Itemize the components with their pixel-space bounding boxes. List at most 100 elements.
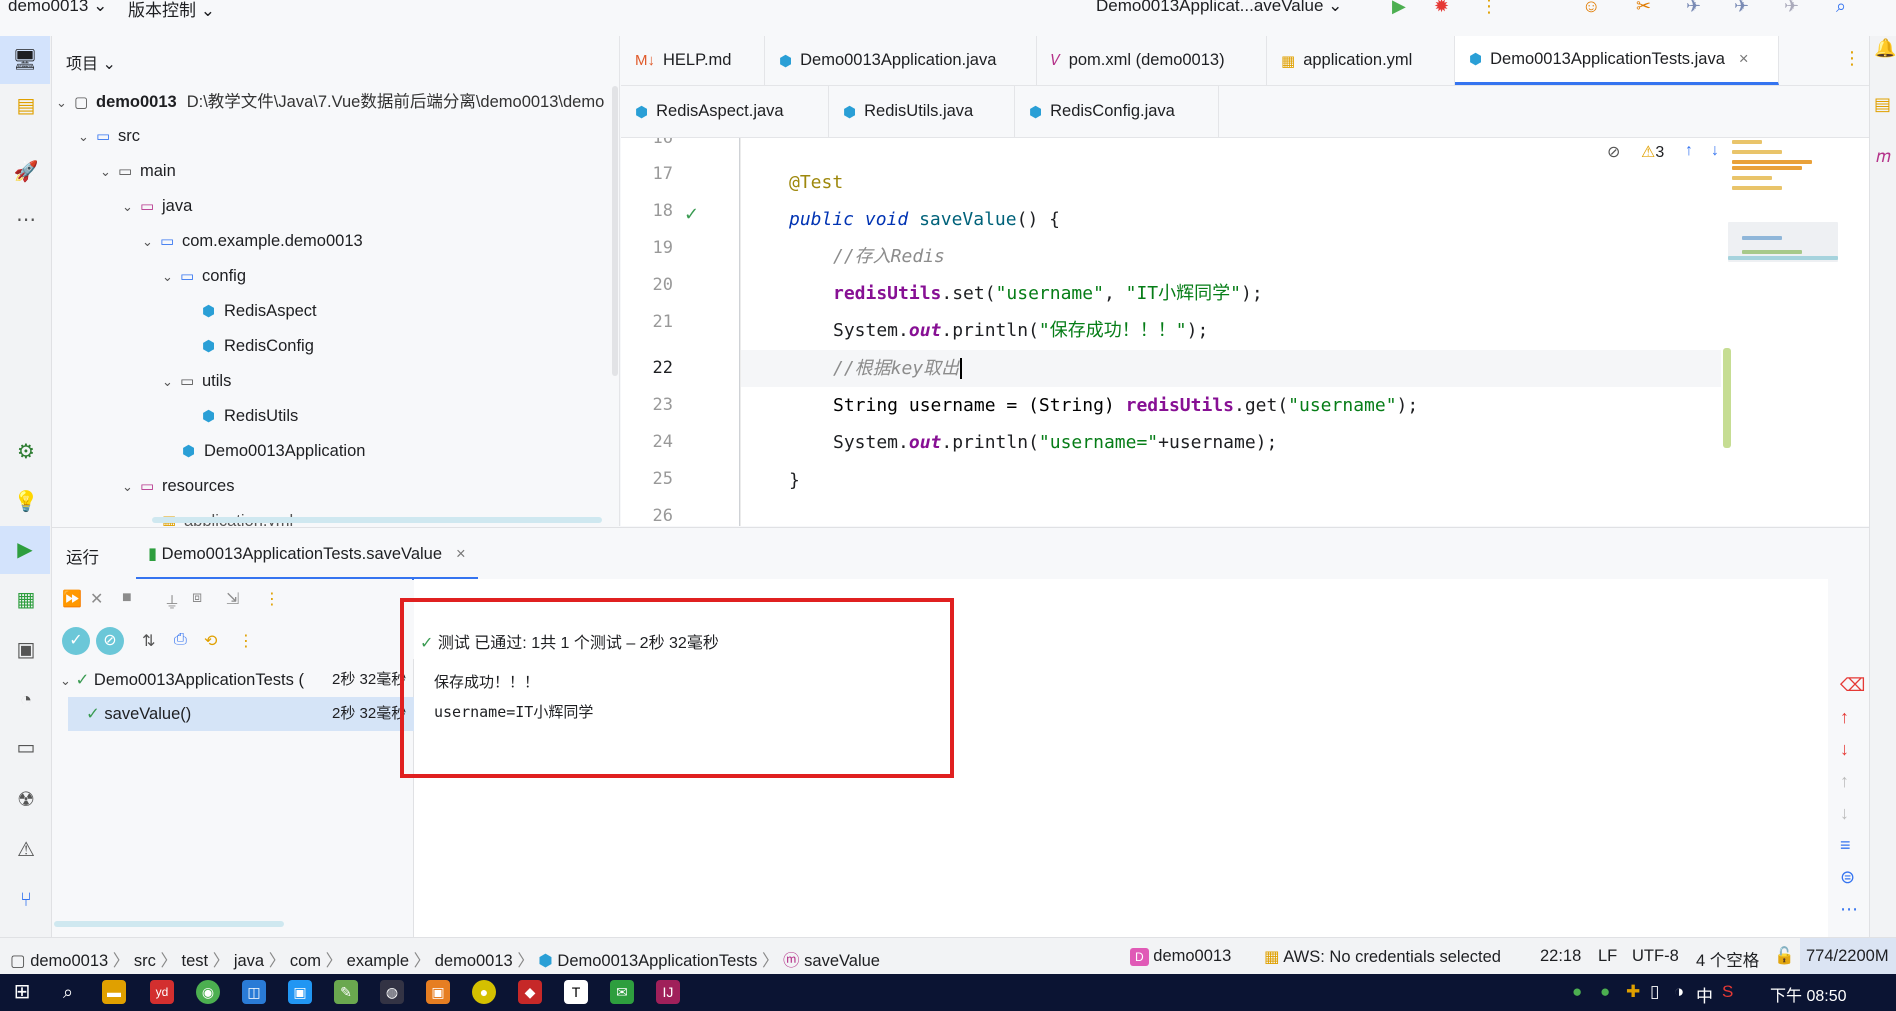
database-icon[interactable]: ▣ xyxy=(12,636,40,664)
line-separator[interactable]: LF xyxy=(1598,947,1617,966)
chevron-down-icon[interactable]: ⌄ xyxy=(122,191,140,223)
notifications-icon[interactable]: 🔔 xyxy=(1874,38,1896,59)
more-tools-icon[interactable]: ⋯ xyxy=(12,206,40,234)
reader-mode-icon[interactable]: ⊘ xyxy=(1607,142,1620,162)
code-editor[interactable]: 16 17 18 19 20 21 22 23 24 25 26 ✓ @Test… xyxy=(621,138,1869,526)
git-icon[interactable]: ⑂ xyxy=(12,886,40,914)
search-icon[interactable]: ⌕ xyxy=(1836,0,1846,17)
chevron-down-icon[interactable]: ⌄ xyxy=(60,673,71,688)
import-icon[interactable]: ⎙ xyxy=(174,631,187,649)
sort-icon[interactable]: ⇅ xyxy=(142,631,155,651)
show-passed-icon[interactable]: ✓ xyxy=(62,627,90,655)
tray-sogou-icon[interactable]: S xyxy=(1722,982,1733,1002)
show-ignored-icon[interactable]: ⊘ xyxy=(96,627,124,655)
run-tab[interactable]: ▮ Demo0013ApplicationTests.saveValue × xyxy=(136,528,478,580)
arrow-up-icon[interactable]: ↑ xyxy=(1685,142,1693,160)
project-selector[interactable]: demo0013 ⌄ xyxy=(8,0,107,16)
terminal-icon[interactable]: ▭ xyxy=(12,734,40,762)
ime-indicator[interactable]: 中 xyxy=(1696,982,1713,1007)
module-indicator[interactable]: D demo0013 xyxy=(1130,947,1231,966)
wechat-icon[interactable]: ✉ xyxy=(610,980,634,1004)
tray-network-icon[interactable]: ▯ xyxy=(1650,982,1659,1002)
arrow-down-icon[interactable]: ↓ xyxy=(1840,803,1849,824)
app2-icon[interactable]: ◍ xyxy=(380,980,404,1004)
indent-setting[interactable]: 4 个空格 xyxy=(1696,947,1759,971)
rerun-icon[interactable]: ⏩ xyxy=(62,589,82,609)
chevron-down-icon[interactable]: ⌄ xyxy=(142,226,160,258)
test-class-node[interactable]: ⌄ ✓ Demo0013ApplicationTests ( 2秒 32毫秒 xyxy=(60,663,414,697)
tab-pom-xml[interactable]: 𝑉pom.xml (demo0013) xyxy=(1037,36,1267,85)
chevron-down-icon[interactable]: ⌄ xyxy=(162,366,180,398)
tree-node-utils[interactable]: ⌄ ▭ utils xyxy=(162,365,231,397)
caret-position[interactable]: 22:18 xyxy=(1540,947,1581,966)
maven-icon[interactable]: 𝑚 xyxy=(1876,146,1891,167)
tree-node-redisutils[interactable]: ⬢ RedisUtils xyxy=(202,400,298,432)
plugin2-icon[interactable]: ✈ xyxy=(1734,0,1749,17)
lock-icon[interactable]: 🔓 xyxy=(1774,947,1795,966)
project-scrollbar-vertical[interactable] xyxy=(612,86,618,376)
youdao-icon[interactable]: yd xyxy=(150,980,174,1004)
services-icon[interactable]: ☢ xyxy=(12,786,40,814)
tools-icon[interactable]: ✂ xyxy=(1636,0,1651,17)
tree-root[interactable]: ⌄ ▢ demo0013 D:\教学文件\Java\7.Vue数据前后端分离\demo… xyxy=(56,86,604,118)
tree-node-java[interactable]: ⌄ ▭ java xyxy=(122,190,192,222)
plugins-icon[interactable]: ▦ xyxy=(12,586,40,614)
users-icon[interactable]: ☺ xyxy=(1582,0,1600,17)
tray-volume-icon[interactable]: ◑ xyxy=(1674,982,1684,1002)
stop-icon[interactable]: ■ xyxy=(122,589,132,607)
aws-status[interactable]: ▦ AWS: No credentials selected xyxy=(1264,947,1501,967)
tray-app2-icon[interactable]: ✚ xyxy=(1626,982,1640,1002)
project-panel-header[interactable]: 项目 ⌄ xyxy=(66,50,116,74)
arrow-down-icon[interactable]: ↓ xyxy=(1840,739,1849,760)
camera-icon[interactable]: ⧈ xyxy=(192,589,202,607)
plug-icon[interactable]: ⏚ xyxy=(164,589,180,613)
tab-redisutils[interactable]: ⬢ RedisUtils.java xyxy=(829,86,1015,137)
arrow-up-icon[interactable]: ↑ xyxy=(1840,771,1849,792)
tree-node-main[interactable]: ⌄ ▭ main xyxy=(100,155,176,187)
plugin3-icon[interactable]: ✈ xyxy=(1784,0,1799,17)
wrap-icon[interactable]: ≡ xyxy=(1840,835,1851,856)
chevron-down-icon[interactable]: ⌄ xyxy=(56,87,74,119)
tray-wechat-icon[interactable]: ● xyxy=(1572,982,1582,1002)
warning-icon[interactable]: ⚠3 xyxy=(1641,142,1664,162)
chevron-down-icon[interactable]: ⌄ xyxy=(122,471,140,503)
settings-icon[interactable]: ⚙ xyxy=(12,438,40,466)
project-tool-icon[interactable]: 🖥 xyxy=(0,36,50,84)
more-icon[interactable]: ⋮ xyxy=(264,589,280,609)
tab-application-java[interactable]: ⬢ Demo0013Application.java xyxy=(765,36,1037,85)
tab-redisaspect[interactable]: ⬢ RedisAspect.java xyxy=(621,86,829,137)
memory-indicator[interactable]: 774/2200M xyxy=(1800,938,1896,975)
notepad-icon[interactable]: ✎ xyxy=(334,980,358,1004)
structure-icon[interactable]: ▤ xyxy=(12,92,40,120)
clear-icon[interactable]: ⌫ xyxy=(1840,675,1865,696)
more-icon[interactable]: ⋯ xyxy=(1840,899,1858,920)
clock[interactable]: 下午 08:50 xyxy=(1770,982,1847,1006)
breadcrumb[interactable]: ▢ demo0013 〉 src 〉 test 〉 java 〉 com 〉 e… xyxy=(10,947,880,971)
tree-node-package[interactable]: ⌄ ▭ com.example.demo0013 xyxy=(142,225,363,257)
test-passed-gutter-icon[interactable]: ✓ xyxy=(684,204,699,225)
more-icon[interactable]: ⋮ xyxy=(238,631,254,651)
tree-node-config[interactable]: ⌄ ▭ config xyxy=(162,260,246,292)
close-icon[interactable]: × xyxy=(456,545,466,563)
app5-icon[interactable]: ◆ xyxy=(518,980,542,1004)
file-explorer-icon[interactable]: ▬ xyxy=(102,980,126,1004)
vcs-selector[interactable]: 版本控制 ⌄ xyxy=(128,0,215,21)
problems-icon[interactable]: ⚠ xyxy=(12,836,40,864)
profiler-icon[interactable]: ◔ xyxy=(12,686,40,714)
jrebel-icon[interactable]: 🚀 xyxy=(12,158,40,186)
close-icon[interactable]: × xyxy=(1739,50,1749,69)
search-icon[interactable]: ⌕ xyxy=(56,980,80,1004)
chrome-icon[interactable]: ◉ xyxy=(196,980,220,1004)
tray-app-icon[interactable]: ● xyxy=(1600,982,1610,1002)
tree-node-redisconfig[interactable]: ⬢ RedisConfig xyxy=(202,330,314,362)
file-encoding[interactable]: UTF-8 xyxy=(1632,947,1679,966)
run-icon[interactable]: ▶ xyxy=(1392,0,1406,17)
tab-tests-java[interactable]: ⬢ Demo0013ApplicationTests.java × xyxy=(1455,36,1779,85)
tab-help-md[interactable]: M↓ HELP.md xyxy=(621,36,765,85)
minimap[interactable] xyxy=(1728,140,1838,280)
more-icon[interactable]: ⋮ xyxy=(1480,0,1498,17)
scroll-end-icon[interactable]: ⊜ xyxy=(1840,867,1855,888)
chevron-down-icon[interactable]: ⌄ xyxy=(100,156,118,188)
run-config-selector[interactable]: Demo0013Applicat...aveValue ⌄ xyxy=(1096,0,1342,16)
test-method-node[interactable]: ✓ saveValue() 2秒 32毫秒 xyxy=(68,697,414,731)
